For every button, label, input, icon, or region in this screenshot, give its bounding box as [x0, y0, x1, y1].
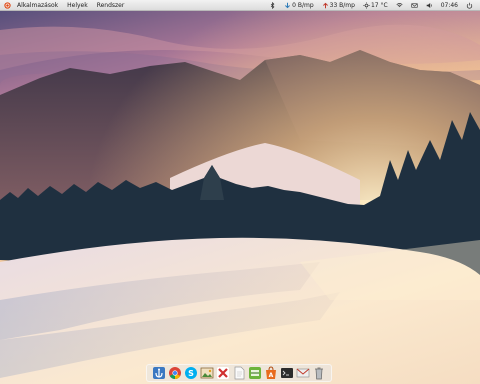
- skype-icon: S: [185, 367, 197, 379]
- download-arrow-icon: [285, 2, 291, 8]
- download-rate: 0 B/mp: [292, 1, 314, 9]
- trash-icon: [315, 367, 323, 380]
- dock-item-mail[interactable]: [296, 366, 310, 380]
- upload-rate: 33 B/mp: [329, 1, 355, 9]
- dock-item-trash[interactable]: [312, 366, 326, 380]
- bluetooth-icon: [270, 1, 275, 9]
- top-panel: Alkalmazások Helyek Rendszer 0 B/mp 33 B…: [0, 0, 480, 11]
- scanner-icon: [249, 367, 261, 379]
- dock-item-skype[interactable]: S: [184, 366, 198, 380]
- clock: 07:46: [440, 1, 458, 9]
- dock: S A: [146, 364, 332, 382]
- session-indicator[interactable]: [463, 2, 476, 9]
- svg-text:S: S: [188, 369, 194, 378]
- upload-arrow-icon: [322, 2, 328, 8]
- terminal-icon: [281, 368, 293, 378]
- software-center-icon: A: [266, 366, 276, 379]
- dock-item-crossover[interactable]: [216, 366, 230, 380]
- dock-item-text-editor[interactable]: [232, 366, 246, 380]
- volume-indicator[interactable]: [423, 2, 436, 9]
- wifi-icon: [396, 2, 403, 7]
- menu-applications[interactable]: Alkalmazások: [14, 0, 61, 11]
- menu-system[interactable]: Rendszer: [94, 0, 128, 11]
- wifi-indicator[interactable]: [393, 2, 406, 9]
- dock-item-software-center[interactable]: A: [264, 366, 278, 380]
- desktop-wallpaper: [0, 0, 480, 384]
- power-icon: [466, 2, 473, 9]
- anchor-app-icon: [153, 367, 165, 379]
- envelope-icon: [411, 2, 418, 8]
- text-document-icon: [234, 366, 245, 380]
- dock-item-image-viewer[interactable]: [200, 366, 214, 380]
- temperature: 17 °C: [370, 1, 388, 9]
- svg-text:A: A: [269, 372, 274, 379]
- dock-item-anchor[interactable]: [152, 366, 166, 380]
- dock-item-terminal[interactable]: [280, 366, 294, 380]
- panel-indicators: 0 B/mp 33 B/mp 17 °C 07:46: [266, 0, 480, 11]
- chrome-icon: [169, 367, 181, 380]
- network-upload-indicator[interactable]: 33 B/mp: [319, 0, 358, 11]
- crossover-icon: [217, 367, 229, 379]
- sun-icon: [363, 1, 370, 9]
- dock-item-chrome[interactable]: [168, 366, 182, 380]
- mail-icon: [296, 368, 310, 378]
- network-download-indicator[interactable]: 0 B/mp: [281, 0, 317, 11]
- panel-menu: Alkalmazások Helyek Rendszer: [0, 0, 131, 11]
- mail-indicator[interactable]: [408, 2, 421, 9]
- clock-indicator[interactable]: 07:46: [438, 0, 461, 11]
- dock-item-scanner[interactable]: [248, 366, 262, 380]
- ubuntu-logo-icon[interactable]: [4, 1, 11, 9]
- image-viewer-icon: [200, 367, 214, 379]
- menu-places[interactable]: Helyek: [64, 0, 91, 11]
- bluetooth-indicator[interactable]: [266, 1, 279, 9]
- speaker-icon: [426, 2, 432, 8]
- weather-indicator[interactable]: 17 °C: [360, 0, 391, 11]
